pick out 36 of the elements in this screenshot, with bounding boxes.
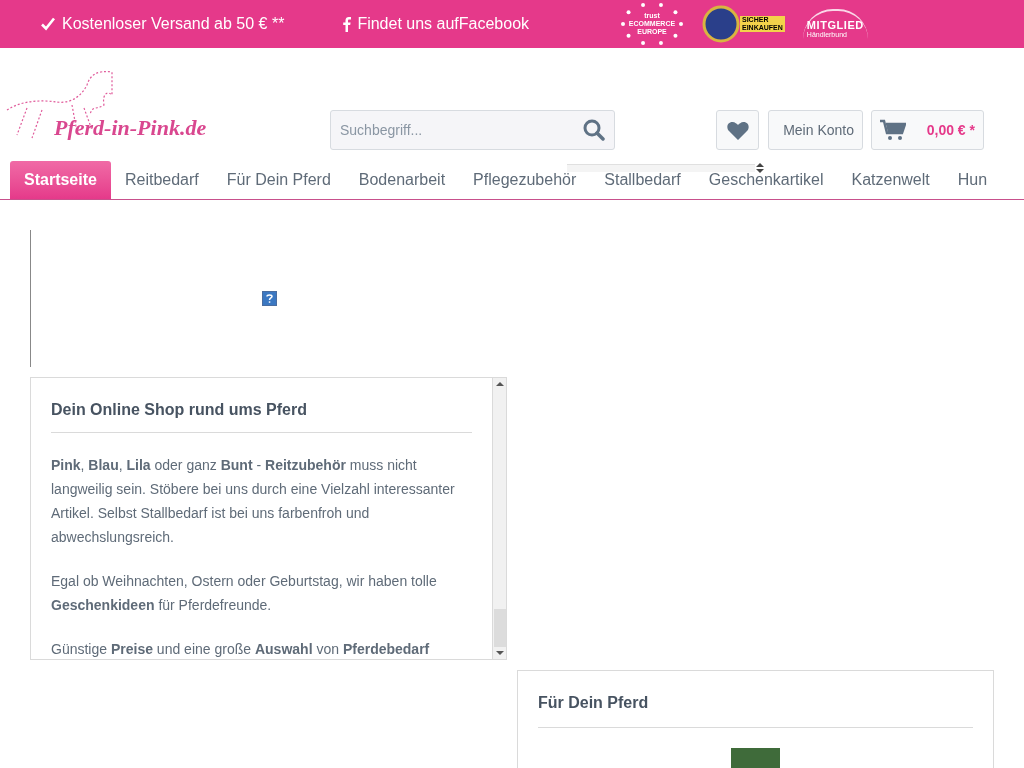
nav-link[interactable]: Katzenwelt <box>837 161 944 199</box>
nav-link[interactable]: Startseite <box>10 161 111 199</box>
search-bar[interactable]: Suchbegriff... <box>330 110 615 150</box>
account-button[interactable]: Mein Konto <box>768 110 863 150</box>
site-logo[interactable]: Pferd-in-Pink.de <box>2 60 212 146</box>
broken-image-icon <box>262 291 277 306</box>
scroll-up-icon[interactable] <box>495 382 504 386</box>
member-label: MITGLIED <box>806 19 864 31</box>
check-icon <box>40 16 56 32</box>
nav-link[interactable]: Reitbedarf <box>110 161 213 199</box>
resize-icon <box>754 162 766 174</box>
intro-paragraph: Egal ob Weihnachten, Ostern oder Geburtstag, wir haben tolle Geschenkideen für Pferdefreunde. <box>51 572 438 615</box>
search-field[interactable]: Suchbegriff... <box>340 119 560 141</box>
star-ring-icon <box>620 1 684 47</box>
top-bar-link[interactable]: Findet uns aufFacebook <box>342 12 530 36</box>
nav-link[interactable]: Für Dein Pferd <box>212 161 345 199</box>
scroll-down-icon[interactable] <box>495 651 504 655</box>
nav-link[interactable]: Pflegezubehör <box>459 161 591 199</box>
cart-icon <box>880 119 906 141</box>
intro-title: Dein Online Shop rund ums Pferd <box>51 398 472 433</box>
nav-link[interactable]: Stallbedarf <box>590 161 695 199</box>
cart-button[interactable]: 0,00 € * <box>871 110 984 150</box>
top-bar-link[interactable]: Kostenloser Versand ab 50 € ** <box>40 12 285 36</box>
heart-icon <box>726 120 749 140</box>
nav-link[interactable]: Hun <box>943 161 1002 199</box>
scrollbar-thumb[interactable] <box>493 609 506 647</box>
category-title: Für Dein Pferd <box>538 691 973 728</box>
seal-icon <box>702 5 740 43</box>
intro-paragraph: Pink, Blau, Lila oder ganz Bunt - Reitzubehör muss nicht langweilig sein. Stöbere bei uns durch eine Vielzahl interessanter Artikel. Selbst Stallbedarf ist bei uns farbenfroh und abwechslungsreich. <box>51 456 456 547</box>
search-icon[interactable] <box>583 119 605 141</box>
nav-link[interactable]: Geschenkartikel <box>694 161 838 199</box>
facebook-icon <box>342 16 352 32</box>
intro-paragraph: Günstige Preise und eine große Auswahl von Pferdebedarf <box>51 640 431 659</box>
scrollbar[interactable] <box>492 378 506 659</box>
nav-link[interactable]: Bodenarbeit <box>344 161 460 199</box>
wishlist-button[interactable] <box>716 110 759 150</box>
